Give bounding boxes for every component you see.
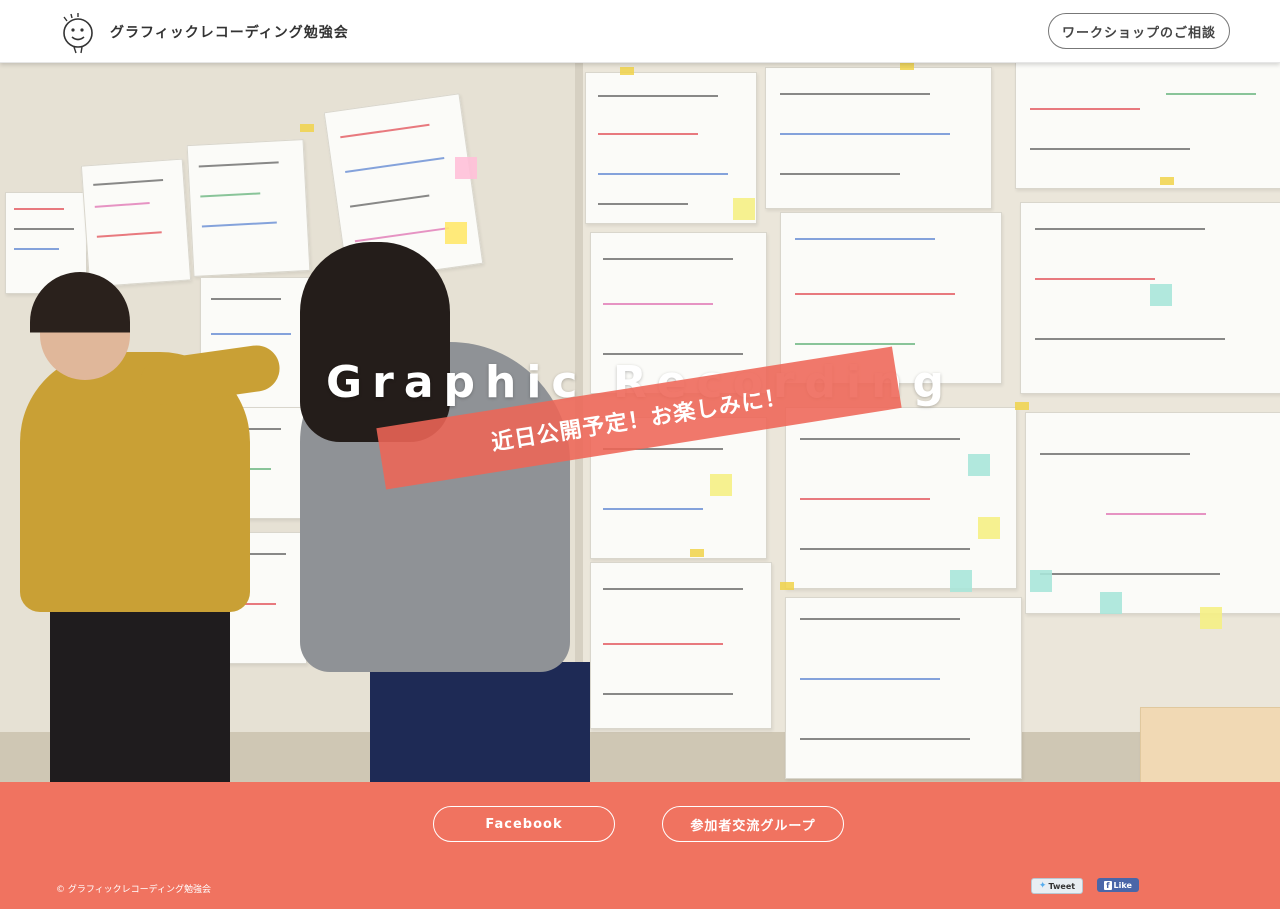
sticky-note <box>978 517 1000 539</box>
graphic-record-sheet <box>585 72 757 224</box>
sticky-note <box>710 474 732 496</box>
graphic-record-sheet <box>186 139 311 277</box>
like-label: Like <box>1113 880 1132 890</box>
masking-tape <box>780 582 794 590</box>
masking-tape <box>900 62 914 70</box>
graphic-record-sheet <box>785 597 1022 779</box>
graphic-record-sheet <box>765 67 992 209</box>
sticky-note <box>968 454 990 476</box>
graphic-record-sheet <box>80 158 192 288</box>
facebook-like-button[interactable]: f Like <box>1097 878 1139 892</box>
person-left-legs <box>50 602 230 782</box>
masking-tape <box>300 124 314 132</box>
workshop-consult-button[interactable]: ワークショップのご相談 <box>1048 13 1230 49</box>
site-footer: Facebook 参加者交流グループ © グラフィックレコーディング勉強会 ✦ … <box>0 782 1280 909</box>
facebook-icon: f <box>1104 880 1112 890</box>
copyright: © グラフィックレコーディング勉強会 <box>56 885 212 895</box>
masking-tape <box>690 549 704 557</box>
sticky-note <box>1150 284 1172 306</box>
cardboard-board <box>1140 707 1280 782</box>
site-header: グラフィックレコーディング勉強会 ワークショップのご相談 <box>0 0 1280 63</box>
sticky-note <box>1100 592 1122 614</box>
masking-tape <box>1160 177 1174 185</box>
graphic-record-sheet <box>590 562 772 729</box>
sticky-note <box>733 198 755 220</box>
participant-group-button[interactable]: 参加者交流グループ <box>662 806 844 842</box>
smiley-face-icon <box>63 13 93 54</box>
sticky-note <box>950 570 972 592</box>
sticky-note <box>445 222 467 244</box>
graphic-record-sheet <box>1025 412 1280 614</box>
graphic-record-sheet <box>1015 62 1280 189</box>
sticky-note <box>1200 607 1222 629</box>
site-title[interactable]: グラフィックレコーディング勉強会 <box>110 22 349 42</box>
twitter-bird-icon: ✦ <box>1038 881 1047 891</box>
hero-image: Graphic Recording 近日公開予定！お楽しみに！ <box>0 62 1280 782</box>
sticky-note <box>1030 570 1052 592</box>
masking-tape <box>620 67 634 75</box>
graphic-record-sheet <box>785 407 1017 589</box>
sticky-note <box>455 157 477 179</box>
logo[interactable]: グラフィックレコーディング勉強会 <box>54 10 349 54</box>
facebook-button[interactable]: Facebook <box>433 806 615 842</box>
tweet-label: Tweet <box>1048 881 1076 891</box>
person-right-skirt <box>370 662 590 782</box>
person-right-hair <box>300 242 450 442</box>
tweet-button[interactable]: ✦ Tweet <box>1031 878 1083 894</box>
